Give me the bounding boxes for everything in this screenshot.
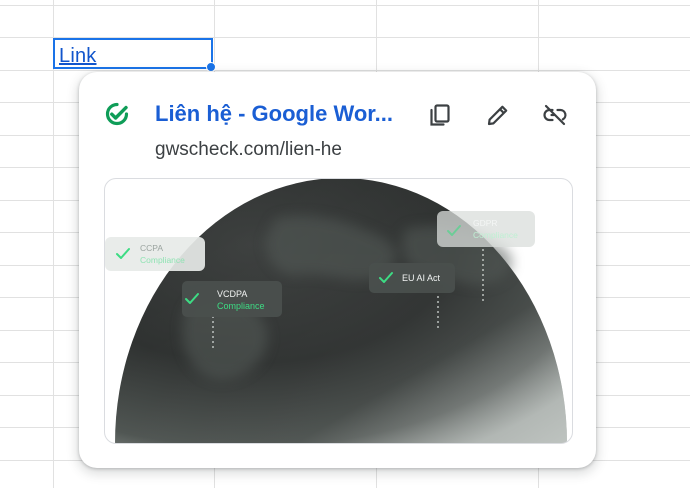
link-url: gwscheck.com/lien-he: [155, 139, 342, 160]
badge-vcdpa-subtitle: Compliance: [217, 301, 265, 311]
remove-link-button[interactable]: [536, 96, 574, 134]
badge-gdpr: GDPR Compliance: [437, 211, 535, 247]
link-preview-card: Liên hệ - Google Wor... gwscheck.com/lie…: [79, 72, 596, 468]
badge-vcdpa: VCDPA Compliance: [182, 281, 282, 317]
badge-ccpa-title: CCPA: [140, 243, 163, 253]
cell-link-text[interactable]: Link: [59, 44, 97, 68]
badge-vcdpa-title: VCDPA: [217, 289, 247, 299]
badge-ccpa: CCPA Compliance: [105, 237, 205, 271]
badge-gdpr-title: GDPR: [473, 218, 498, 228]
badge-eu-ai-act-title: EU AI Act: [402, 273, 441, 283]
check-icon: [105, 102, 129, 126]
preview-illustration: CCPA Compliance VCDPA Compliance EU AI A…: [105, 179, 567, 443]
unlink-icon: [543, 104, 567, 126]
copy-icon: [430, 104, 450, 126]
badge-ccpa-subtitle: Compliance: [140, 255, 185, 265]
pencil-icon: [487, 105, 508, 126]
badge-eu-ai-act: EU AI Act: [369, 263, 455, 293]
link-title[interactable]: Liên hệ - Google Wor...: [155, 100, 395, 128]
link-preview-image[interactable]: CCPA Compliance VCDPA Compliance EU AI A…: [104, 178, 573, 444]
badge-gdpr-subtitle: Compliance: [473, 230, 518, 240]
fill-handle[interactable]: [206, 62, 216, 72]
edit-link-button[interactable]: [479, 96, 517, 134]
copy-link-button[interactable]: [421, 96, 459, 134]
